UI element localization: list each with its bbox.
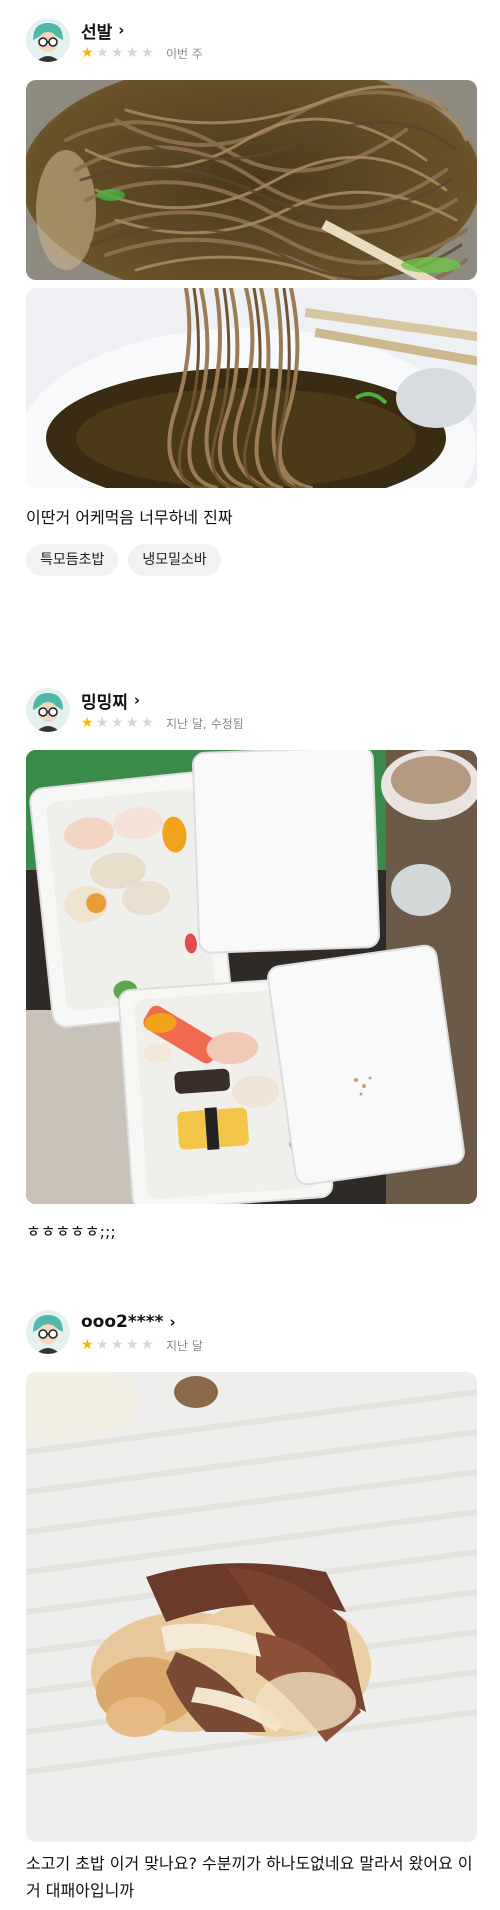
- menu-tags: 특모듬초밥 냉모밀소바: [26, 544, 221, 576]
- review-meta: ★ ★ ★ ★ ★ 지난 달: [81, 1337, 203, 1353]
- review-header: 선발 › ★ ★ ★ ★ ★ 이번 주: [26, 18, 476, 64]
- star-icon: ★: [96, 1337, 109, 1353]
- star-icon: ★: [96, 45, 109, 61]
- star-icon: ★: [111, 1337, 124, 1353]
- chevron-right-icon: ›: [133, 691, 141, 709]
- star-icon: ★: [81, 45, 94, 61]
- star-icon: ★: [81, 1337, 94, 1353]
- menu-tag-chip[interactable]: 냉모밀소바: [128, 544, 221, 576]
- review-photo[interactable]: [26, 1372, 477, 1842]
- review-header: 밍밍찌 › ★ ★ ★ ★ ★ 지난 달, 수정됨: [26, 688, 476, 734]
- username-link[interactable]: ooo2**** ›: [81, 1311, 176, 1333]
- review-photo[interactable]: [26, 750, 477, 1204]
- rating-stars: ★ ★ ★ ★ ★: [81, 716, 156, 730]
- avatar-icon[interactable]: [26, 688, 70, 732]
- star-icon: ★: [126, 1337, 139, 1353]
- avatar-icon[interactable]: [26, 1310, 70, 1354]
- review-text: 소고기 초밥 이거 맞나요? 수분끼가 하나도없네요 말라서 왔어요 이거 대패…: [26, 1854, 473, 1900]
- star-icon: ★: [126, 45, 139, 61]
- menu-tag-chip[interactable]: 특모듬초밥: [26, 544, 119, 576]
- star-icon: ★: [141, 45, 154, 61]
- star-icon: ★: [141, 715, 154, 731]
- username-link[interactable]: 밍밍찌 ›: [81, 689, 141, 713]
- review-text: 이딴거 어케먹음 너무하네 진짜: [26, 508, 233, 527]
- review-header: ooo2**** › ★ ★ ★ ★ ★ 지난 달: [26, 1310, 476, 1356]
- star-icon: ★: [141, 1337, 154, 1353]
- review-date: 이번 주: [166, 46, 203, 61]
- review-meta: ★ ★ ★ ★ ★ 이번 주: [81, 45, 203, 61]
- review-photo[interactable]: [26, 80, 477, 280]
- review-meta: ★ ★ ★ ★ ★ 지난 달, 수정됨: [81, 715, 244, 731]
- rating-stars: ★ ★ ★ ★ ★: [81, 1338, 156, 1352]
- username: 선발: [81, 22, 113, 43]
- review-date: 지난 달: [166, 1338, 203, 1353]
- avatar-icon[interactable]: [26, 18, 70, 62]
- star-icon: ★: [111, 45, 124, 61]
- star-icon: ★: [111, 715, 124, 731]
- username: ooo2****: [81, 1312, 164, 1332]
- chevron-right-icon: ›: [118, 21, 125, 39]
- star-icon: ★: [96, 715, 109, 731]
- username: 밍밍찌: [81, 692, 128, 713]
- star-icon: ★: [126, 715, 139, 731]
- review-photo[interactable]: [26, 288, 477, 488]
- star-icon: ★: [81, 715, 94, 731]
- review-text: ㅎㅎㅎㅎㅎ;;;: [26, 1222, 116, 1241]
- chevron-right-icon: ›: [169, 1313, 176, 1331]
- review-date: 지난 달, 수정됨: [166, 716, 244, 731]
- rating-stars: ★ ★ ★ ★ ★: [81, 46, 156, 60]
- username-link[interactable]: 선발 ›: [81, 19, 125, 43]
